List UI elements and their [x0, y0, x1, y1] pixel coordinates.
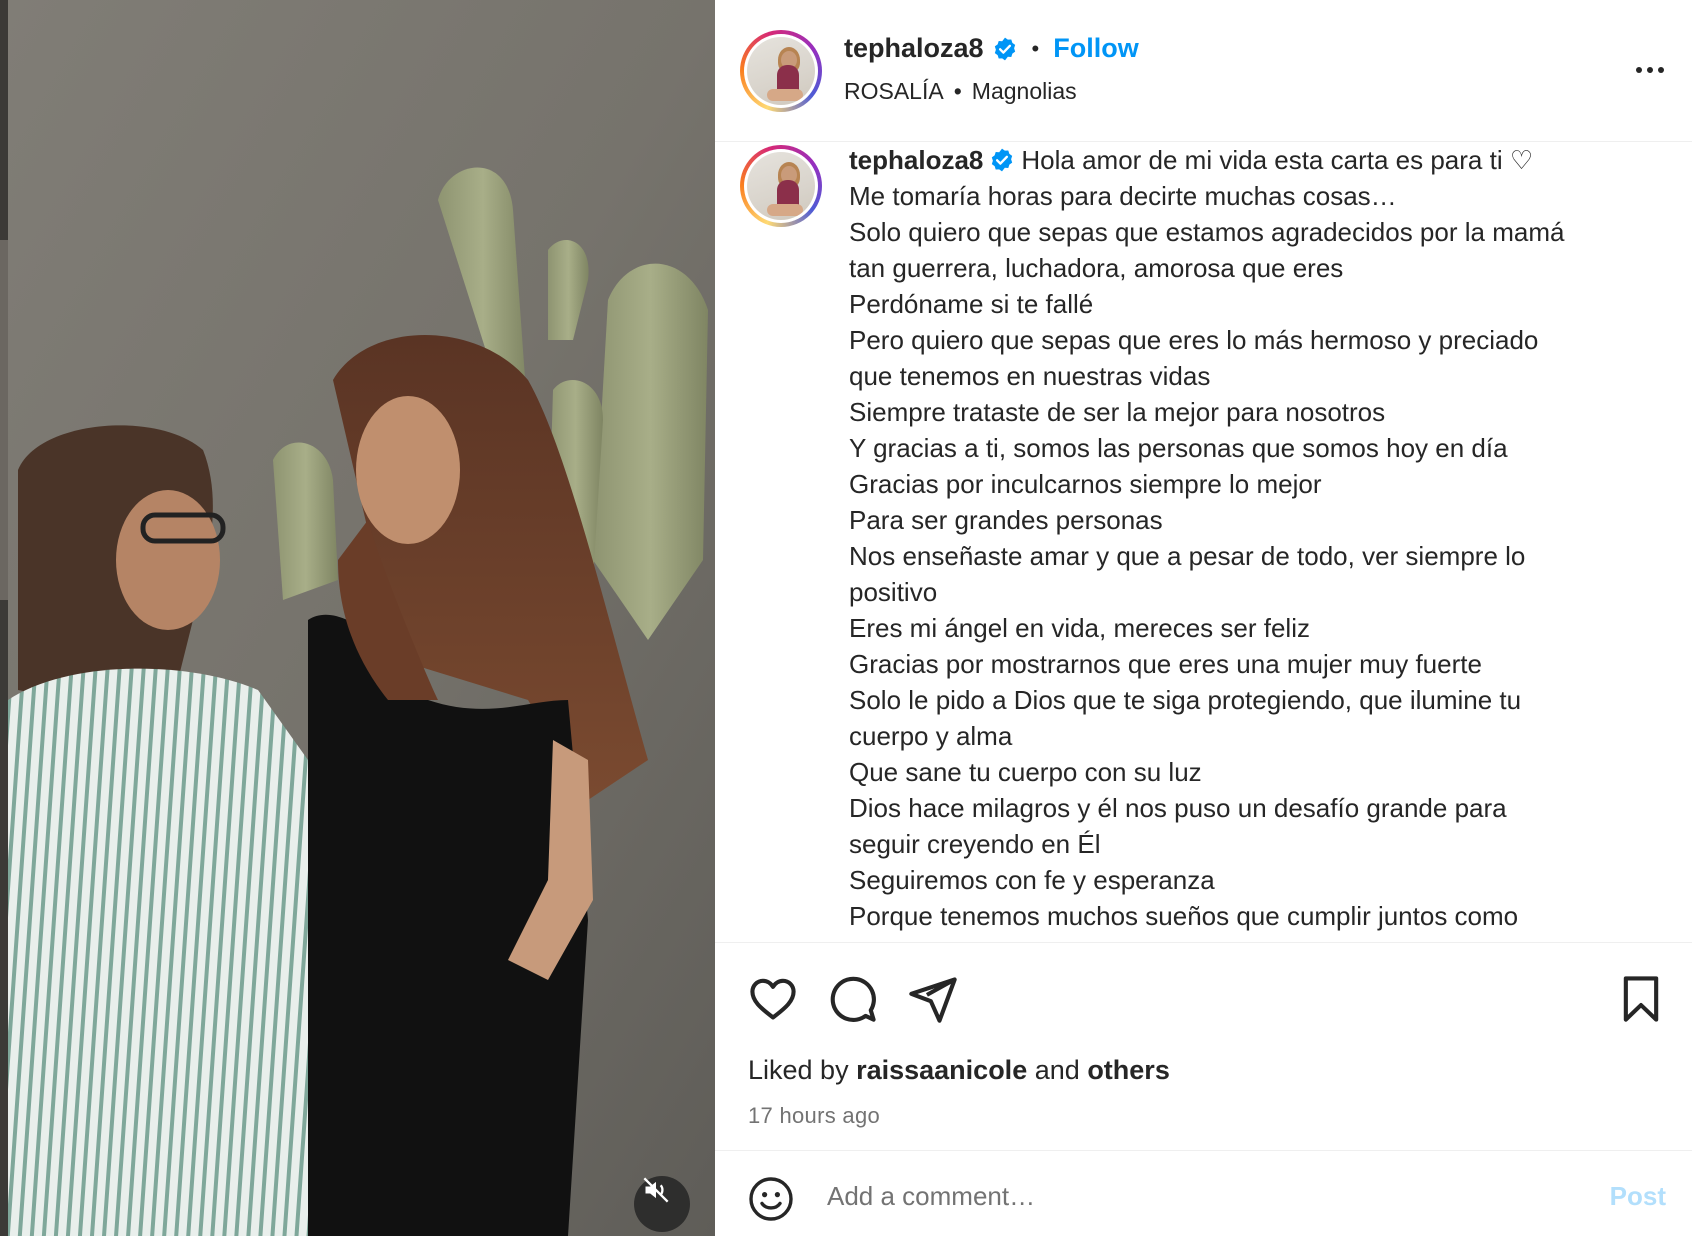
caption-avatar[interactable]: [740, 145, 822, 227]
caption-line: Gracias por mostrarnos que eres una muje…: [849, 649, 1482, 679]
caption-text: tephaloza8 Hola amor de mi vida esta car…: [849, 142, 1659, 934]
comment-input[interactable]: [827, 1171, 1547, 1221]
more-options-icon[interactable]: [1630, 55, 1670, 85]
post-comment-button[interactable]: Post: [1610, 1181, 1666, 1212]
media-edge: [0, 0, 8, 1236]
caption-line: Seguiremos con fe y esperanza: [849, 865, 1215, 895]
verified-badge-icon: [992, 148, 1013, 172]
caption-line: seguir creyendo en Él: [849, 829, 1101, 859]
post-media[interactable]: [0, 0, 715, 1236]
caption-line: Porque tenemos muchos sueños que cumplir…: [849, 901, 1519, 931]
liked-by-and: and: [1034, 1055, 1080, 1085]
avatar-photo: [747, 37, 815, 105]
follow-button[interactable]: Follow: [1053, 33, 1138, 64]
audio-title[interactable]: Magnolias: [972, 78, 1077, 105]
caption-line: Perdóname si te fallé: [849, 289, 1094, 319]
mute-toggle-button[interactable]: [634, 1176, 690, 1232]
caption-line: Solo quiero que sepas que estamos agrade…: [849, 217, 1565, 247]
author-row: tephaloza8 • Follow: [844, 33, 1139, 64]
liked-by-others[interactable]: others: [1087, 1055, 1170, 1085]
comment-bar: Post: [715, 1150, 1692, 1236]
caption-line: Siempre trataste de ser la mejor para no…: [849, 397, 1386, 427]
media-edge-highlight: [0, 240, 8, 600]
caption-line: tan guerrera, luchadora, amorosa que ere…: [849, 253, 1344, 283]
caption-line: Me tomaría horas para decirte muchas cos…: [849, 181, 1397, 211]
caption-line: Nos enseñaste amar y que a pesar de todo…: [849, 541, 1526, 571]
bookmark-icon[interactable]: [1615, 973, 1667, 1025]
caption-first-line: tephaloza8 Hola amor de mi vida esta car…: [849, 142, 1659, 178]
caption-line: que tenemos en nuestras vidas: [849, 361, 1211, 391]
liked-by-user[interactable]: raissaanicole: [856, 1055, 1027, 1085]
comment-icon[interactable]: [827, 973, 879, 1025]
speaker-muted-icon: [643, 1177, 669, 1203]
post-header: tephaloza8 • Follow ROSALÍA • Magnolias: [715, 0, 1692, 142]
audio-info[interactable]: ROSALÍA • Magnolias: [844, 78, 1077, 105]
share-icon[interactable]: [907, 973, 959, 1025]
caption-line: Gracias por inculcarnos siempre lo mejor: [849, 469, 1322, 499]
caption-line: cuerpo y alma: [849, 721, 1013, 751]
audio-separator: •: [953, 78, 962, 104]
post-photo: [8, 0, 715, 1236]
caption-area[interactable]: tephaloza8 Hola amor de mi vida esta car…: [715, 142, 1692, 942]
caption-opening: Hola amor de mi vida esta carta es para …: [1021, 145, 1534, 175]
caption-body: Me tomaría horas para decirte muchas cos…: [849, 178, 1659, 934]
caption-username[interactable]: tephaloza8: [849, 142, 983, 178]
likes-summary[interactable]: Liked by raissaanicole and others: [748, 1055, 1170, 1086]
caption-line: Dios hace milagros y él nos puso un desa…: [849, 793, 1507, 823]
author-username[interactable]: tephaloza8: [844, 33, 984, 64]
avatar-photo: [747, 152, 815, 220]
audio-artist[interactable]: ROSALÍA: [844, 78, 944, 105]
verified-badge-icon: [994, 37, 1015, 60]
caption-line: Para ser grandes personas: [849, 505, 1163, 535]
emoji-icon[interactable]: [747, 1175, 795, 1223]
post-timestamp[interactable]: 17 hours ago: [748, 1103, 880, 1129]
caption-line: Eres mi ángel en vida, mereces ser feliz: [849, 613, 1310, 643]
author-avatar[interactable]: [740, 30, 822, 112]
caption-line: positivo: [849, 577, 938, 607]
separator-dot: •: [1031, 35, 1040, 61]
liked-by-label: Liked by: [748, 1055, 849, 1085]
caption-line: Pero quiero que sepas que eres lo más he…: [849, 325, 1539, 355]
post-details-panel: tephaloza8 • Follow ROSALÍA • Magnolias: [715, 0, 1692, 1236]
caption-line: Que sane tu cuerpo con su luz: [849, 757, 1202, 787]
caption-line: Y gracias a ti, somos las personas que s…: [849, 433, 1508, 463]
caption-line: Solo le pido a Dios que te siga protegie…: [849, 685, 1522, 715]
heart-icon[interactable]: [747, 973, 799, 1025]
